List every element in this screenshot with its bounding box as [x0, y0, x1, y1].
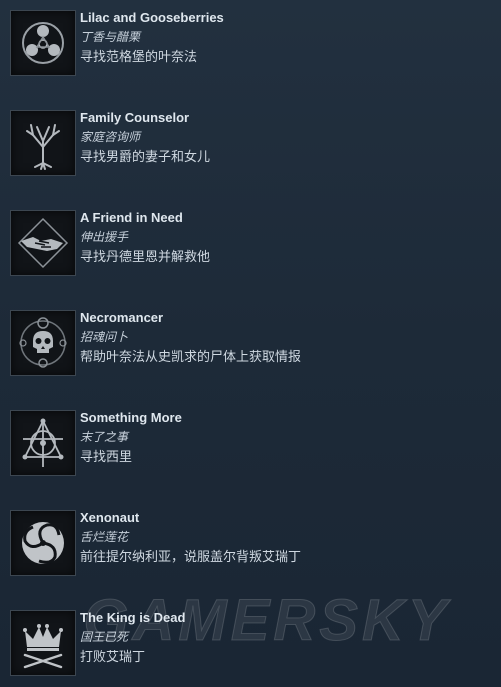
achievement-description: 寻找丹德里恩并解救他	[80, 249, 211, 264]
achievement-subtitle: 末了之事	[80, 430, 129, 444]
achievement-description: 帮助叶奈法从史凯求的尸体上获取情报	[80, 349, 302, 364]
achievement-description: 寻找范格堡的叶奈法	[80, 49, 198, 64]
achievement-list: Lilac and Gooseberries 丁香与醋栗 寻找范格堡的叶奈法 F…	[0, 0, 501, 687]
achievement-subtitle: 家庭咨询师	[80, 130, 141, 144]
crown-swords-icon	[10, 610, 76, 676]
achievement-description: 寻找男爵的妻子和女儿	[80, 149, 211, 164]
achievement-item: Family Counselor 家庭咨询师 寻找男爵的妻子和女儿	[10, 110, 490, 180]
achievement-subtitle: 舌烂莲花	[80, 530, 129, 544]
achievement-subtitle: 国王已死	[80, 630, 129, 644]
achievement-title: Necromancer	[80, 310, 164, 325]
achievement-item: Xenonaut 舌烂莲花 前往提尔纳利亚，说服盖尔背叛艾瑞丁	[10, 510, 490, 580]
achievement-item: A Friend in Need 伸出援手 寻找丹德里恩并解救他	[10, 210, 490, 280]
achievement-item: Necromancer 招魂问卜 帮助叶奈法从史凯求的尸体上获取情报	[10, 310, 490, 380]
achievement-item: The King is Dead 国王已死 打败艾瑞丁	[10, 610, 490, 680]
spiral-icon	[10, 510, 76, 576]
achievement-subtitle: 招魂问卜	[80, 330, 129, 344]
achievement-description: 前往提尔纳利亚，说服盖尔背叛艾瑞丁	[80, 549, 302, 564]
achievement-title: Something More	[80, 410, 182, 425]
tree-icon	[10, 110, 76, 176]
skull-icon	[10, 310, 76, 376]
achievement-subtitle: 伸出援手	[80, 230, 129, 244]
achievement-title: Lilac and Gooseberries	[80, 10, 224, 25]
handshake-icon	[10, 210, 76, 276]
achievement-title: Family Counselor	[80, 110, 190, 125]
achievement-item: Something More 末了之事 寻找西里	[10, 410, 490, 480]
achievement-title: Xenonaut	[80, 510, 140, 525]
achievement-subtitle: 丁香与醋栗	[80, 30, 141, 44]
arcane-symbol-icon	[10, 410, 76, 476]
achievement-item: Lilac and Gooseberries 丁香与醋栗 寻找范格堡的叶奈法	[10, 10, 490, 80]
achievement-description: 打败艾瑞丁	[80, 649, 146, 664]
achievement-title: A Friend in Need	[80, 210, 183, 225]
achievement-title: The King is Dead	[80, 610, 186, 625]
achievement-description: 寻找西里	[80, 449, 133, 464]
triskelion-icon	[10, 10, 76, 76]
